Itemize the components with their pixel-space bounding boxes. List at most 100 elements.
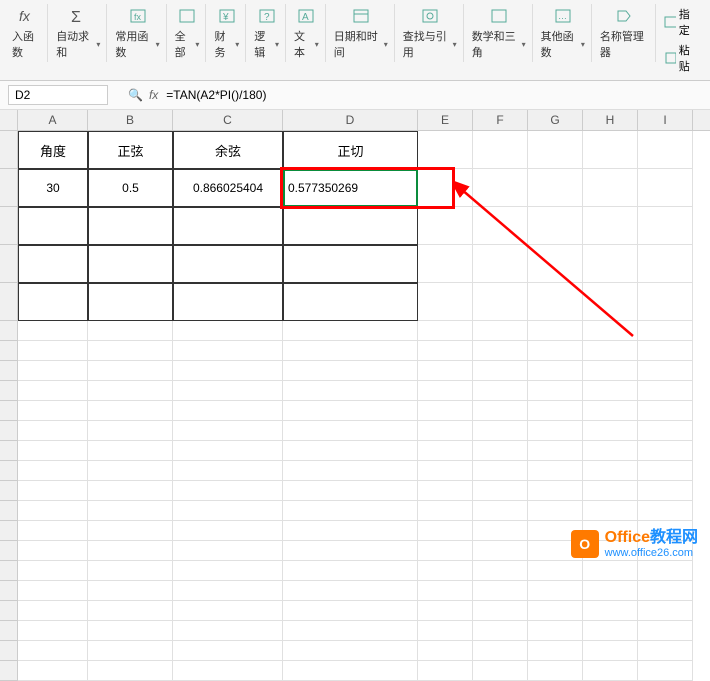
datetime-fn-button[interactable]: 日期和时间▾ (328, 4, 395, 62)
autosum-button[interactable]: Σ 自动求和▾ (50, 4, 107, 62)
text-fn-button[interactable]: A 文本▾ (288, 4, 326, 62)
grid-icon (664, 16, 676, 28)
chevron-down-icon: ▾ (235, 40, 239, 49)
col-header-d[interactable]: D (283, 110, 418, 130)
cell-f1[interactable] (473, 131, 528, 169)
select-all-corner[interactable] (0, 110, 18, 130)
row-header-13[interactable] (0, 461, 18, 481)
col-header-f[interactable]: F (473, 110, 528, 130)
col-header-c[interactable]: C (173, 110, 283, 130)
col-header-h[interactable]: H (583, 110, 638, 130)
math-icon (487, 6, 511, 26)
cell-e2[interactable] (418, 169, 473, 207)
fx-label-icon[interactable]: fx (149, 88, 158, 102)
cell-c4[interactable] (173, 245, 283, 283)
cells-area[interactable]: 角度 正弦 余弦 正切 30 0.5 0.866025404 0.5773502… (18, 131, 693, 681)
row-header-2[interactable] (0, 169, 18, 207)
insert-function-button[interactable]: fx 入函数 (6, 4, 48, 62)
col-header-e[interactable]: E (418, 110, 473, 130)
cell-b3[interactable] (88, 207, 173, 245)
other-fn-button[interactable]: … 其他函数▾ (535, 4, 592, 62)
row-header-6[interactable] (0, 321, 18, 341)
svg-text:fx: fx (19, 8, 31, 24)
tag-icon (612, 6, 636, 26)
cell-a1[interactable]: 角度 (18, 131, 88, 169)
cell-a2[interactable]: 30 (18, 169, 88, 207)
chevron-down-icon: ▾ (195, 40, 199, 49)
formula-input[interactable] (164, 86, 702, 104)
row-header-21[interactable] (0, 621, 18, 641)
row-header-7[interactable] (0, 341, 18, 361)
cell-b4[interactable] (88, 245, 173, 283)
cell-d5[interactable] (283, 283, 418, 321)
cell-d4[interactable] (283, 245, 418, 283)
chevron-down-icon: ▾ (96, 40, 100, 49)
row-header-17[interactable] (0, 541, 18, 561)
common-fn-button[interactable]: fx 常用函数▾ (109, 4, 166, 62)
row-header-1[interactable] (0, 131, 18, 169)
cell-a5[interactable] (18, 283, 88, 321)
row-header-15[interactable] (0, 501, 18, 521)
row-header-8[interactable] (0, 361, 18, 381)
logic-fn-button[interactable]: ? 逻辑▾ (248, 4, 286, 62)
col-header-i[interactable]: I (638, 110, 693, 130)
chevron-down-icon: ▾ (275, 40, 279, 49)
svg-text:…: … (558, 11, 567, 21)
cell-f2[interactable] (473, 169, 528, 207)
fx-icon: fx (15, 6, 39, 26)
col-header-g[interactable]: G (528, 110, 583, 130)
row-header-20[interactable] (0, 601, 18, 621)
cell-b2[interactable]: 0.5 (88, 169, 173, 207)
cell-c2[interactable]: 0.866025404 (173, 169, 283, 207)
yen-icon: ¥ (215, 6, 239, 26)
name-box[interactable] (8, 85, 108, 105)
row-header-18[interactable] (0, 561, 18, 581)
paste-button[interactable]: 粘贴 (664, 42, 698, 74)
calendar-icon (349, 6, 373, 26)
row-header-19[interactable] (0, 581, 18, 601)
chevron-down-icon: ▾ (156, 40, 160, 49)
designate-paste-group: 指定 粘贴 (658, 4, 704, 76)
cell-b1[interactable]: 正弦 (88, 131, 173, 169)
cell-g1[interactable] (528, 131, 583, 169)
row-header-14[interactable] (0, 481, 18, 501)
cell-a3[interactable] (18, 207, 88, 245)
cell-b5[interactable] (88, 283, 173, 321)
cell-d1[interactable]: 正切 (283, 131, 418, 169)
star-fn-icon: fx (126, 6, 150, 26)
ribbon-toolbar: fx 入函数 Σ 自动求和▾ fx 常用函数▾ 全部▾ ¥ 财务▾ ? 逻辑▾ … (0, 0, 710, 81)
row-header-5[interactable] (0, 283, 18, 321)
cell-c3[interactable] (173, 207, 283, 245)
cell-i2[interactable] (638, 169, 693, 207)
row-header-12[interactable] (0, 441, 18, 461)
row-header-11[interactable] (0, 421, 18, 441)
col-header-b[interactable]: B (88, 110, 173, 130)
row-header-10[interactable] (0, 401, 18, 421)
designate-button[interactable]: 指定 (664, 6, 698, 38)
name-manager-button[interactable]: 名称管理器 (594, 4, 656, 62)
row-header-23[interactable] (0, 661, 18, 681)
cell-a4[interactable] (18, 245, 88, 283)
cell-d2[interactable]: 0.577350269 (283, 169, 418, 207)
all-icon (175, 6, 199, 26)
row-header-3[interactable] (0, 207, 18, 245)
cell-c1[interactable]: 余弦 (173, 131, 283, 169)
cell-g2[interactable] (528, 169, 583, 207)
math-fn-button[interactable]: 数学和三角▾ (466, 4, 533, 62)
row-header-22[interactable] (0, 641, 18, 661)
row-header-4[interactable] (0, 245, 18, 283)
cell-i1[interactable] (638, 131, 693, 169)
lookup-fn-button[interactable]: 查找与引用▾ (397, 4, 464, 62)
cell-h2[interactable] (583, 169, 638, 207)
magnifier-icon[interactable]: 🔍 (128, 88, 143, 102)
cell-c5[interactable] (173, 283, 283, 321)
watermark-title: Office教程网 (605, 529, 698, 547)
row-header-16[interactable] (0, 521, 18, 541)
finance-fn-button[interactable]: ¥ 财务▾ (208, 4, 246, 62)
cell-e1[interactable] (418, 131, 473, 169)
col-header-a[interactable]: A (18, 110, 88, 130)
all-fn-button[interactable]: 全部▾ (169, 4, 207, 62)
row-header-9[interactable] (0, 381, 18, 401)
cell-d3[interactable] (283, 207, 418, 245)
cell-h1[interactable] (583, 131, 638, 169)
